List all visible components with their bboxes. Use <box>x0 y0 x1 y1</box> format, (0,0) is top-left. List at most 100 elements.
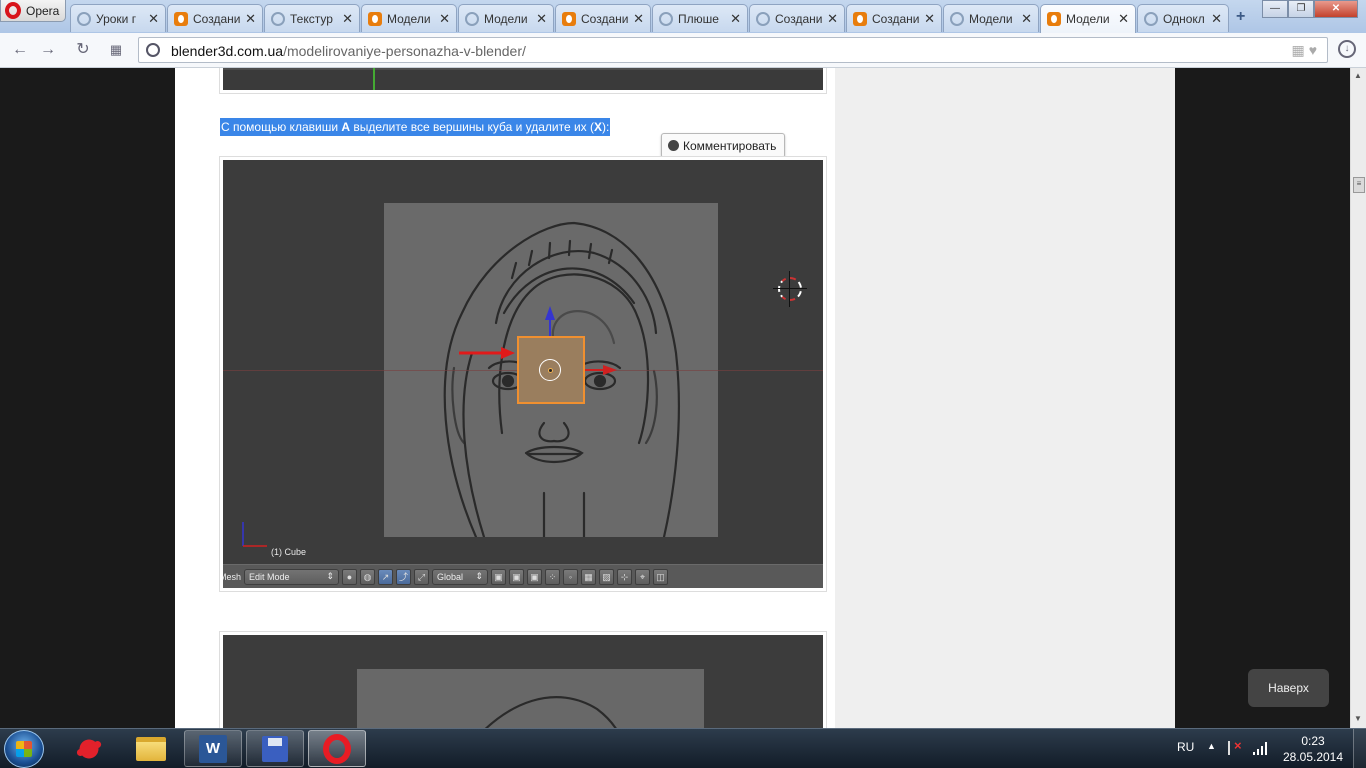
address-bar[interactable]: blender3d.com.ua/modelirovaniye-personaz… <box>138 37 1328 63</box>
scrollbar-thumb[interactable]: ≡ <box>1353 177 1365 193</box>
manipulator-scale-icon[interactable]: ⤢ <box>414 568 429 585</box>
snap-icon[interactable]: ⌖ <box>635 568 650 585</box>
opera-logo-icon <box>5 2 21 19</box>
blender-icon <box>562 11 576 26</box>
tab-11[interactable]: Однокл ✕ <box>1137 4 1229 32</box>
tab-close-icon[interactable]: ✕ <box>924 11 935 27</box>
taskbar-app-save[interactable] <box>246 730 304 767</box>
navigation-toolbar: ← → ↻ ▦ blender3d.com.ua/modelirovaniye-… <box>0 33 1366 68</box>
face-select-icon[interactable]: ▦ <box>581 568 596 585</box>
tab-close-icon[interactable]: ✕ <box>148 11 159 27</box>
viewport-header-bar: Mesh Edit Mode ⇕ ● ◍ ↗ ⤴ ⤢ Global ⇕ ▣ ▣ … <box>223 564 823 588</box>
tab-close-icon[interactable]: ✕ <box>1118 11 1129 27</box>
annotation-arrow-head <box>501 347 515 359</box>
tab-0[interactable]: Уроки г ✕ <box>70 4 166 32</box>
loading-icon <box>271 11 285 26</box>
edge-select-icon[interactable]: ◦ <box>563 568 578 585</box>
tab-9[interactable]: Модели ✕ <box>943 4 1039 32</box>
back-to-top-button[interactable]: Наверх <box>1248 669 1329 707</box>
tab-10-active[interactable]: Модели ✕ <box>1040 4 1136 33</box>
blender-icon <box>368 11 382 26</box>
occlude-icon[interactable]: ▨ <box>599 568 614 585</box>
tab-5[interactable]: Создани ✕ <box>555 4 651 32</box>
object-name-label: (1) Cube <box>271 547 307 557</box>
speed-dial-icon[interactable]: ▦ <box>106 40 126 60</box>
downloads-icon[interactable]: ↓ <box>1338 40 1356 58</box>
tab-close-icon[interactable]: ✕ <box>439 11 450 27</box>
layer-icon[interactable]: ▣ <box>527 568 542 585</box>
action-center-flag-icon[interactable] <box>1228 738 1242 755</box>
manipulator-rotate-icon[interactable]: ⤴ <box>396 568 411 585</box>
manipulator-translate-icon[interactable]: ↗ <box>378 568 393 585</box>
orientation-selector[interactable]: Global ⇕ <box>432 568 488 585</box>
system-clock[interactable]: 0:23 28.05.2014 <box>1280 733 1346 765</box>
comment-icon <box>668 140 679 151</box>
heart-icon[interactable]: ♥ <box>1309 42 1321 58</box>
folder-icon <box>136 736 166 761</box>
mesh-menu[interactable]: Mesh <box>223 572 241 582</box>
proportional-icon[interactable]: ⊹ <box>617 568 632 585</box>
article-paragraph-selected: С помощью клавиши A выделите все вершины… <box>220 118 611 136</box>
tab-close-icon[interactable]: ✕ <box>1021 11 1032 27</box>
tray-expand-icon[interactable]: ▲ <box>1207 741 1216 751</box>
opera-menu-button[interactable]: Opera <box>0 0 66 22</box>
shading-solid-icon[interactable]: ● <box>342 568 357 585</box>
reload-button[interactable]: ↻ <box>73 40 93 60</box>
start-button[interactable] <box>4 730 44 768</box>
close-window-button[interactable]: ✕ <box>1314 0 1358 18</box>
address-url[interactable]: blender3d.com.ua/modelirovaniye-personaz… <box>171 43 526 59</box>
language-indicator[interactable]: RU <box>1177 740 1194 754</box>
taskbar-app-opera[interactable] <box>308 730 366 767</box>
opera-menu-label: Opera <box>26 3 60 18</box>
site-info-icon[interactable] <box>146 43 160 57</box>
sidebar-column <box>835 68 1175 728</box>
vertex-select-icon[interactable]: ⁘ <box>545 568 560 585</box>
mode-selector[interactable]: Edit Mode ⇕ <box>244 568 339 585</box>
tab-6[interactable]: Плюше ✕ <box>652 4 748 32</box>
pivot-icon[interactable]: ◍ <box>360 568 375 585</box>
tab-close-icon[interactable]: ✕ <box>342 11 353 27</box>
loading-icon <box>659 11 673 26</box>
tab-close-icon[interactable]: ✕ <box>245 11 256 27</box>
tab-close-icon[interactable]: ✕ <box>536 11 547 27</box>
show-desktop-button[interactable] <box>1353 729 1366 768</box>
taskbar-app-word[interactable]: W <box>184 730 242 767</box>
tab-2[interactable]: Текстур ✕ <box>264 4 360 32</box>
tab-close-icon[interactable]: ✕ <box>633 11 644 27</box>
tab-1[interactable]: Создани ✕ <box>167 4 263 32</box>
tab-3[interactable]: Модели ✕ <box>361 4 457 32</box>
blender-icon <box>1047 12 1061 26</box>
loading-icon <box>1144 11 1158 26</box>
network-signal-icon[interactable] <box>1253 741 1269 755</box>
comment-button[interactable]: Комментировать <box>661 133 786 158</box>
blender-timeline-strip <box>223 68 823 90</box>
tab-7[interactable]: Создани ✕ <box>749 4 845 32</box>
blender-3d-viewport: (1) Cube Mesh Edit Mode ⇕ ● ◍ ↗ ⤴ ⤢ Glob… <box>223 160 823 588</box>
blender-icon <box>853 11 867 26</box>
tab-4[interactable]: Модели ✕ <box>458 4 554 32</box>
page-scrollbar[interactable]: ▲ ≡ ▼ <box>1350 68 1366 728</box>
tab-close-icon[interactable]: ✕ <box>827 11 838 27</box>
taskbar-app-explorer[interactable] <box>122 730 180 767</box>
floppy-save-icon <box>262 735 288 762</box>
layer-icon[interactable]: ▣ <box>491 568 506 585</box>
forward-button[interactable]: → <box>38 40 58 60</box>
scroll-up-icon[interactable]: ▲ <box>1354 71 1362 80</box>
scroll-down-icon[interactable]: ▼ <box>1354 714 1362 723</box>
taskbar-app-splat[interactable] <box>60 730 118 767</box>
minimize-button[interactable]: — <box>1262 0 1288 18</box>
tab-close-icon[interactable]: ✕ <box>1211 11 1222 27</box>
splat-app-icon <box>74 734 104 763</box>
orientation-label: Global <box>437 571 464 582</box>
grid-icon[interactable]: ▦ <box>1291 42 1308 58</box>
windows-logo-icon <box>16 741 32 757</box>
3d-cursor-icon <box>778 277 802 301</box>
web-page: С помощью клавиши A выделите все вершины… <box>0 68 1366 728</box>
tab-8[interactable]: Создани ✕ <box>846 4 942 32</box>
maximize-button[interactable]: ❐ <box>1288 0 1314 18</box>
render-icon[interactable]: ◫ <box>653 568 668 585</box>
new-tab-button[interactable]: + <box>1236 8 1245 26</box>
layer-icon[interactable]: ▣ <box>509 568 524 585</box>
back-button[interactable]: ← <box>10 40 30 60</box>
tab-close-icon[interactable]: ✕ <box>730 11 741 27</box>
